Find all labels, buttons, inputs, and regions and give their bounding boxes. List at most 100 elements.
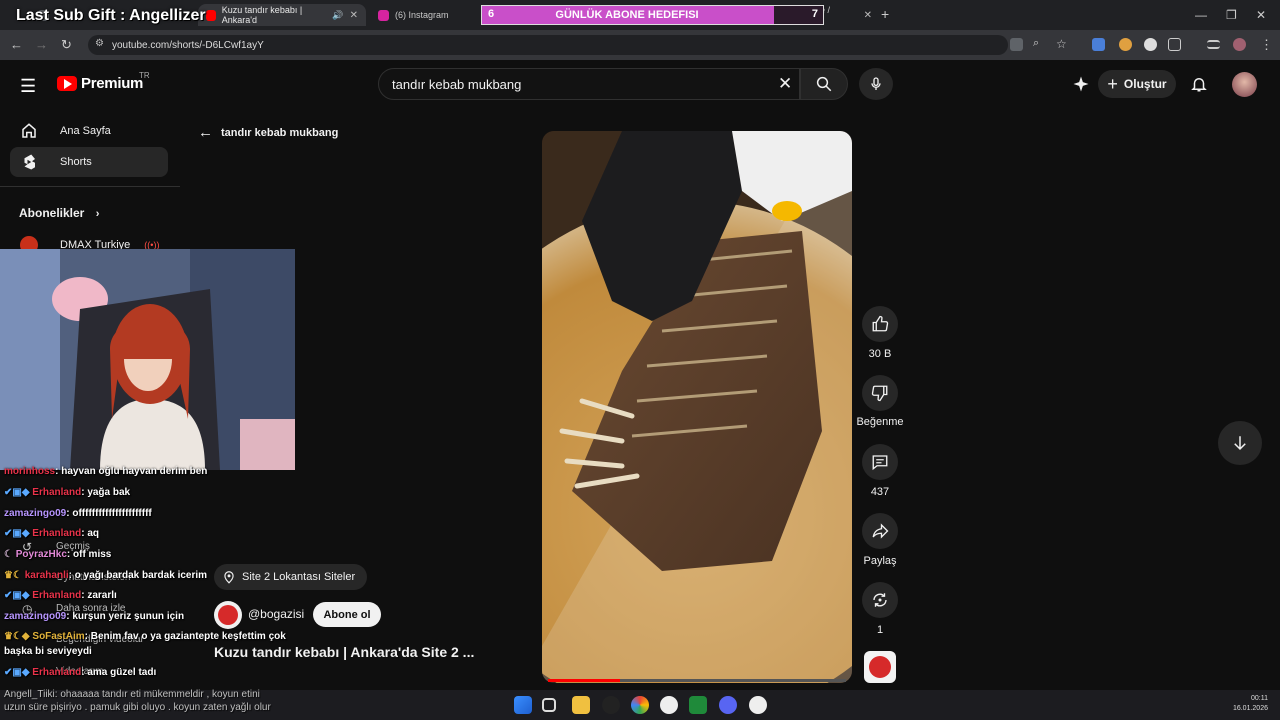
chat-crown-icon: ♛☾◆ bbox=[4, 631, 33, 642]
subscriptions-header[interactable]: Abonelikler › bbox=[19, 206, 99, 220]
forward-icon[interactable]: → bbox=[35, 37, 48, 52]
install-app-icon[interactable] bbox=[1010, 38, 1023, 51]
chat-text: hayvan oğlu hayvan derim ben bbox=[61, 466, 208, 477]
chat-message: ✔▣◆ Erhanland: yağa bak bbox=[4, 487, 131, 498]
system-clock[interactable]: 00:11 16.01.2026 bbox=[1226, 694, 1268, 714]
location-pin-icon bbox=[224, 571, 234, 584]
extension-icon[interactable] bbox=[1144, 38, 1157, 51]
restore-icon[interactable]: ❐ bbox=[1226, 8, 1237, 22]
tab-close-icon[interactable]: ✕ bbox=[350, 10, 358, 21]
chrome-icon[interactable] bbox=[631, 696, 649, 714]
hamburger-menu-icon[interactable]: ☰ bbox=[20, 76, 36, 97]
location-chip[interactable]: Site 2 Lokantası Siteler bbox=[214, 564, 368, 590]
file-explorer-icon[interactable] bbox=[572, 696, 590, 714]
logo-text[interactable]: Premium bbox=[81, 75, 143, 92]
profile-icon[interactable] bbox=[1233, 38, 1246, 51]
chat-badge-icon: ✔▣◆ bbox=[4, 667, 33, 678]
bookmark-star-icon[interactable]: ☆ bbox=[1056, 37, 1067, 51]
new-tab-button[interactable]: + bbox=[881, 6, 889, 22]
search-input[interactable]: tandır kebab mukbang bbox=[378, 68, 800, 100]
sidebar-item-shorts[interactable]: Shorts bbox=[10, 147, 168, 177]
sidebar-item-home[interactable]: Ana Sayfa bbox=[10, 116, 168, 146]
dislike-label: Beğenme bbox=[856, 416, 904, 428]
browser-tab-active[interactable]: Kuzu tandır kebabı | Ankara'd 🔊 ✕ bbox=[198, 4, 366, 26]
sidebar-item-label: Ana Sayfa bbox=[60, 125, 111, 137]
extension-icon[interactable] bbox=[1119, 38, 1132, 51]
notifications-bell-icon[interactable] bbox=[1190, 75, 1208, 98]
site-info-icon[interactable]: ⚙ bbox=[95, 38, 104, 49]
goal-max: 7 bbox=[811, 8, 818, 20]
clock-time: 00:11 bbox=[1251, 695, 1268, 702]
create-button[interactable]: + Oluştur bbox=[1098, 70, 1176, 98]
chat-user: SoFastAim bbox=[32, 631, 85, 642]
window-close-icon[interactable]: ✕ bbox=[1256, 8, 1266, 22]
chat-message: ✔▣◆ Erhanland: ama güzel tadı bbox=[4, 667, 157, 678]
chat-badge-icon: ✔▣◆ bbox=[4, 487, 33, 498]
clear-search-icon[interactable]: ✕ bbox=[778, 74, 792, 94]
comments-button[interactable] bbox=[862, 444, 898, 480]
chat-message: ✔▣◆ Erhanland: aq bbox=[4, 528, 99, 539]
obs-icon[interactable] bbox=[602, 696, 620, 714]
extensions-puzzle-icon[interactable] bbox=[1168, 38, 1181, 51]
chat-text: kurşun yeriz şunun için bbox=[72, 611, 185, 622]
bogazisi-logo-icon bbox=[218, 605, 238, 625]
app-icon[interactable] bbox=[689, 696, 707, 714]
remix-button[interactable] bbox=[862, 582, 898, 618]
browser-menu-icon[interactable]: ⋮ bbox=[1260, 37, 1273, 53]
chat-message: zamazingo09: kurşun yeriz şunun için bbox=[4, 611, 185, 622]
ai-sparkle-icon[interactable] bbox=[1072, 75, 1090, 98]
chat-user: Erhanland bbox=[32, 528, 82, 539]
discord-icon[interactable] bbox=[719, 696, 737, 714]
channel-name[interactable]: @bogazisi bbox=[248, 607, 304, 621]
minimize-icon[interactable]: — bbox=[1195, 8, 1207, 22]
thumbs-down-icon bbox=[871, 385, 888, 402]
subscribe-button[interactable]: Abone ol bbox=[313, 602, 381, 627]
next-short-button[interactable] bbox=[1218, 421, 1262, 465]
location-label: Site 2 Lokantası Siteler bbox=[242, 571, 356, 583]
video-frame-image bbox=[542, 131, 852, 683]
chat-user: zamazingo09 bbox=[4, 508, 67, 519]
sidebar-item-label: Shorts bbox=[60, 156, 92, 168]
chevron-right-icon: › bbox=[95, 208, 100, 220]
search-icon bbox=[816, 76, 832, 92]
tab-close-icon[interactable]: ✕ bbox=[864, 10, 872, 21]
zoom-icon[interactable]: ⌕ bbox=[1033, 37, 1039, 50]
chat-crown-icon: ♛☾ bbox=[4, 570, 25, 581]
dislike-button[interactable] bbox=[862, 375, 898, 411]
instagram-favicon-icon bbox=[378, 9, 389, 21]
faded-chat-message: Angell_Tiiki: ohaaaaa tandır eti mükemme… bbox=[4, 688, 271, 714]
app-icon[interactable] bbox=[660, 696, 678, 714]
home-icon bbox=[22, 123, 36, 138]
reload-icon[interactable]: ↻ bbox=[61, 37, 72, 53]
task-view-icon[interactable] bbox=[542, 698, 556, 712]
chat-text: o yağı bardak bardak icerim bbox=[74, 570, 208, 581]
back-icon[interactable]: ← bbox=[10, 37, 23, 52]
shorts-video-player[interactable] bbox=[542, 131, 852, 683]
windows-start-icon[interactable] bbox=[514, 696, 532, 714]
search-button[interactable] bbox=[800, 68, 848, 100]
remix-icon bbox=[873, 593, 887, 607]
chat-text: zararlı bbox=[87, 590, 117, 601]
translate-extension-icon[interactable] bbox=[1092, 38, 1105, 51]
account-avatar[interactable] bbox=[1232, 72, 1257, 97]
chat-user: Erhanland bbox=[32, 667, 82, 678]
subscriptions-label: Abonelikler bbox=[19, 206, 85, 220]
channel-avatar[interactable] bbox=[214, 601, 242, 629]
like-button[interactable] bbox=[862, 306, 898, 342]
voice-search-button[interactable] bbox=[859, 68, 893, 100]
audio-icon[interactable]: 🔊 bbox=[332, 10, 343, 21]
chat-text: offffffffffffffffffffff bbox=[72, 508, 152, 519]
search-back-link[interactable]: ← tandır kebab mukbang bbox=[198, 124, 338, 141]
shorts-icon bbox=[24, 154, 35, 170]
comment-count: 437 bbox=[870, 486, 890, 498]
search-value: tandır kebab mukbang bbox=[392, 76, 522, 92]
share-button[interactable] bbox=[862, 513, 898, 549]
address-bar[interactable]: ⚙ youtube.com/shorts/-D6LCwf1ayY bbox=[88, 35, 1008, 55]
chat-text: off miss bbox=[73, 549, 112, 560]
app-icon[interactable] bbox=[749, 696, 767, 714]
short-title[interactable]: Kuzu tandır kebabı | Ankara'da Site 2 ..… bbox=[214, 644, 474, 660]
channel-thumbnail[interactable] bbox=[864, 651, 896, 683]
microphone-icon bbox=[871, 77, 881, 90]
reading-list-icon[interactable] bbox=[1207, 40, 1220, 49]
browser-tab[interactable]: (6) Instagram bbox=[370, 4, 480, 26]
